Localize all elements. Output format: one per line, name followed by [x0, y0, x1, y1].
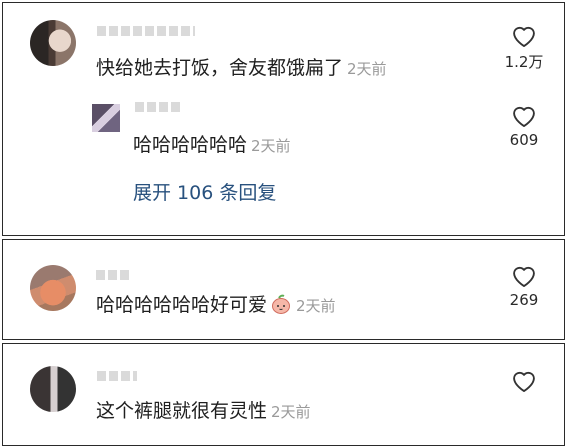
avatar[interactable]	[30, 20, 76, 66]
comment-card-1	[2, 2, 565, 236]
username-blurred[interactable]	[96, 270, 132, 280]
comment-body: 哈哈哈哈哈哈好可爱	[96, 294, 268, 316]
username-blurred[interactable]	[97, 26, 195, 36]
reply-body: 哈哈哈哈哈哈	[133, 134, 248, 156]
reply-username-blurred[interactable]	[135, 102, 181, 112]
heart-outline-icon	[513, 371, 535, 393]
like-count: 1.2万	[504, 53, 544, 71]
reply-avatar[interactable]	[92, 104, 120, 132]
comment-text-3: 这个裤腿就很有灵性 2天前	[96, 399, 311, 424]
peach-emoji-icon	[272, 294, 291, 314]
reply-text: 哈哈哈哈哈哈 2天前	[133, 133, 291, 158]
like-button[interactable]	[494, 367, 554, 396]
like-button[interactable]: 269	[494, 262, 554, 309]
comment-card-3	[2, 343, 565, 446]
timestamp: 2天前	[296, 297, 336, 315]
comment-text-1: 快给她去打饭，舍友都饿扁了 2天前	[96, 56, 387, 81]
timestamp: 2天前	[271, 403, 311, 421]
expand-replies-link[interactable]: 展开 106 条回复	[133, 181, 276, 205]
avatar[interactable]	[30, 265, 76, 311]
reply-like-button[interactable]: 609	[494, 102, 554, 149]
heart-outline-icon	[513, 266, 535, 288]
heart-outline-icon	[513, 26, 535, 48]
reply-timestamp: 2天前	[251, 137, 291, 155]
like-button[interactable]: 1.2万	[494, 22, 554, 72]
comment-body: 这个裤腿就很有灵性	[96, 400, 268, 422]
comment-text-2: 哈哈哈哈哈哈好可爱 2天前	[96, 293, 336, 318]
username-blurred[interactable]	[97, 371, 137, 381]
timestamp: 2天前	[347, 60, 387, 78]
like-count: 269	[509, 291, 539, 309]
heart-outline-icon	[513, 106, 535, 128]
comment-body: 快给她去打饭，舍友都饿扁了	[96, 57, 344, 79]
reply-like-count: 609	[509, 131, 539, 149]
comment-card-2	[2, 239, 565, 340]
avatar[interactable]	[30, 366, 76, 412]
